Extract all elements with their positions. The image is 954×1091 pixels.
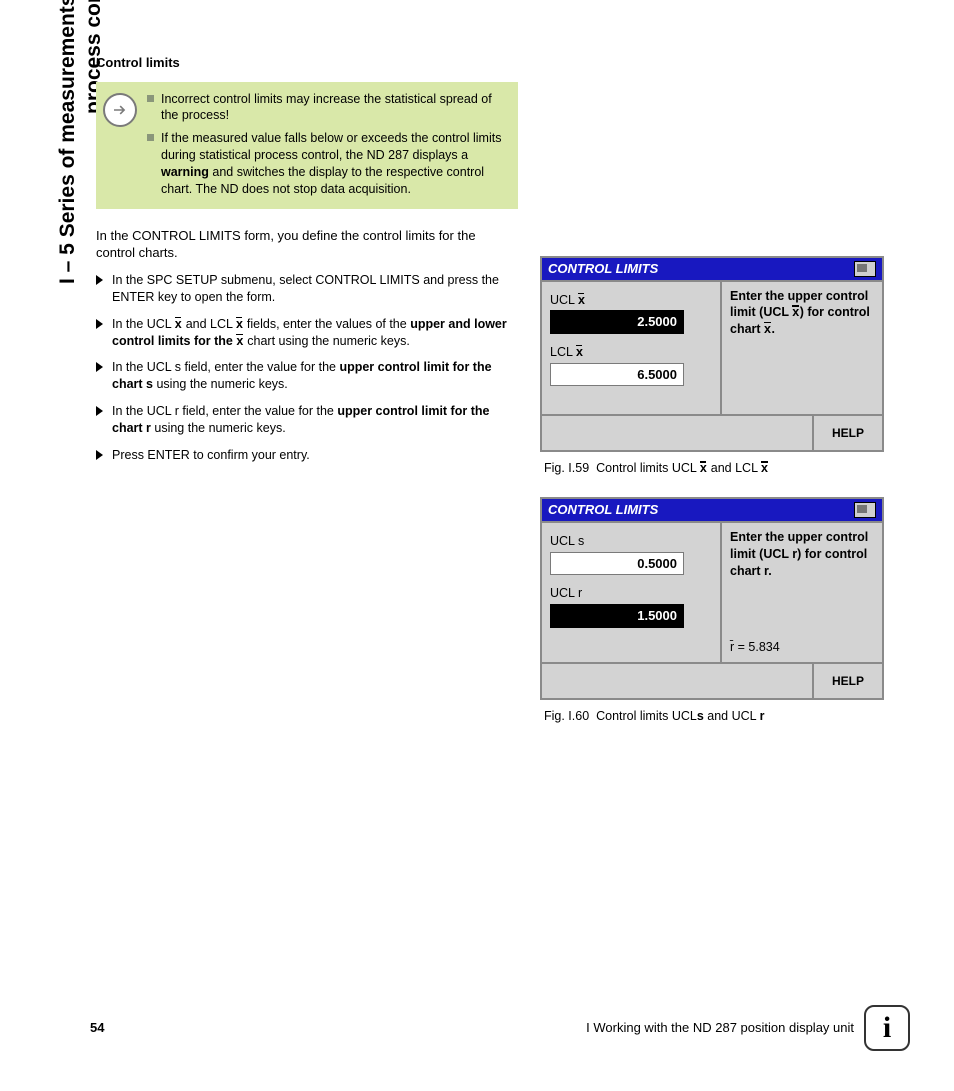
figures-column: CONTROL LIMITS UCL x 2.5000 LCL x 6.5000… [540, 256, 890, 745]
softkey-row: HELP [542, 414, 882, 450]
footer-text: I Working with the ND 287 position displ… [130, 1019, 864, 1037]
softkey-help[interactable]: HELP [812, 416, 882, 450]
note-item: Incorrect control limits may increase th… [147, 91, 507, 125]
figure-caption-59: Fig. I.59 Control limits UCL x and LCL x [544, 460, 890, 477]
intro-paragraph: In the CONTROL LIMITS form, you define t… [96, 227, 518, 262]
step-item: In the UCL s field, enter the value for … [96, 359, 518, 393]
panel-left: UCL s 0.5000 UCL r 1.5000 [542, 523, 722, 663]
softkey-blank [542, 664, 812, 698]
panel-titlebar: CONTROL LIMITS [542, 258, 882, 280]
figure-caption-60: Fig. I.60 Control limits UCLs and UCL r [544, 708, 890, 725]
step-item: Press ENTER to confirm your entry. [96, 447, 518, 464]
step-item: In the SPC SETUP submenu, select CONTROL… [96, 272, 518, 306]
panel-control-limits-xbar: CONTROL LIMITS UCL x 2.5000 LCL x 6.5000… [540, 256, 884, 452]
arrow-right-icon [103, 93, 137, 127]
step-item: In the UCL r field, enter the value for … [96, 403, 518, 437]
panel-hint: Enter the upper control limit (UCL x) fo… [722, 282, 882, 415]
softkey-help[interactable]: HELP [812, 664, 882, 698]
softkey-row: HELP [542, 662, 882, 698]
field-ucl-r[interactable]: 1.5000 [550, 604, 684, 628]
steps-list: In the SPC SETUP submenu, select CONTROL… [96, 272, 518, 464]
field-ucl-xbar[interactable]: 2.5000 [550, 310, 684, 334]
panel-title-text: CONTROL LIMITS [548, 260, 854, 278]
page-number: 54 [90, 1019, 130, 1037]
panel-left: UCL x 2.5000 LCL x 6.5000 [542, 282, 722, 415]
field-label-lcl-xbar: LCL x [550, 344, 712, 361]
step-item: In the UCL x and LCL x fields, enter the… [96, 316, 518, 350]
panel-control-limits-sr: CONTROL LIMITS UCL s 0.5000 UCL r 1.5000… [540, 497, 884, 700]
window-tab-icon [854, 502, 876, 518]
note-box: Incorrect control limits may increase th… [96, 82, 518, 209]
heading-control-limits: Control limits [96, 54, 518, 72]
panel-hint: Enter the upper control limit (UCL r) fo… [722, 523, 882, 663]
field-ucl-s[interactable]: 0.5000 [550, 552, 684, 576]
field-lcl-xbar[interactable]: 6.5000 [550, 363, 684, 387]
info-icon: i [864, 1005, 910, 1051]
panel-titlebar: CONTROL LIMITS [542, 499, 882, 521]
panel-hint-text: Enter the upper control limit (UCL r) fo… [730, 530, 868, 578]
window-tab-icon [854, 261, 876, 277]
field-label-ucl-xbar: UCL x [550, 292, 712, 309]
main-column: Control limits Incorrect control limits … [96, 54, 518, 474]
note-list: Incorrect control limits may increase th… [147, 91, 507, 198]
field-label-ucl-r: UCL r [550, 585, 712, 602]
side-heading-line1: I – 5 Series of measurements and statist… [56, 0, 79, 284]
field-label-ucl-s: UCL s [550, 533, 712, 550]
panel-title-text: CONTROL LIMITS [548, 501, 854, 519]
rbar-value: r̄ = 5.834 [730, 639, 874, 656]
softkey-blank [542, 416, 812, 450]
page-footer: 54 I Working with the ND 287 position di… [90, 1005, 910, 1051]
note-item: If the measured value falls below or exc… [147, 130, 507, 198]
